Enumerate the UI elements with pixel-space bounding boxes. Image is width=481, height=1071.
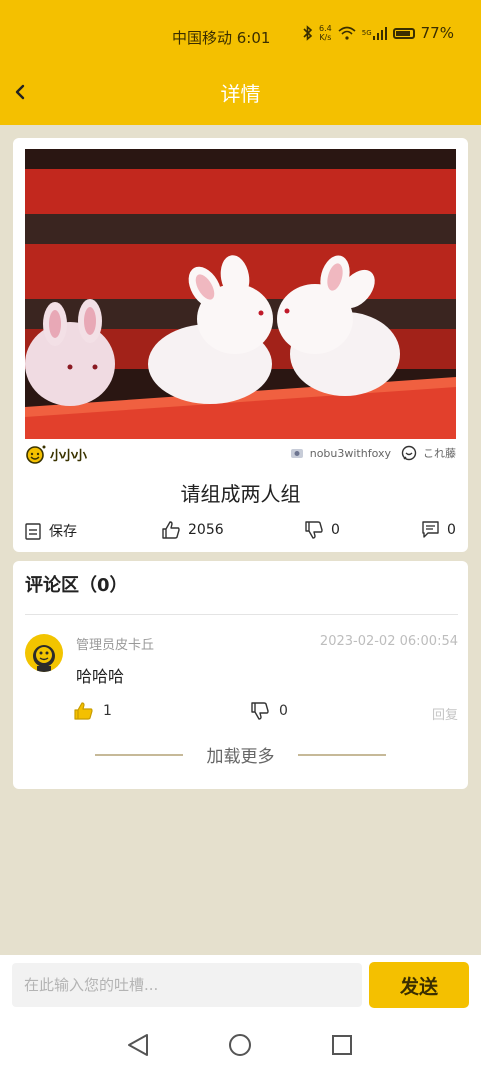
comment-like-button[interactable]: 1 — [74, 702, 112, 720]
net-speed: 6.4 K/s — [319, 24, 332, 42]
divider — [25, 614, 458, 615]
comment-count: 0 — [447, 521, 456, 538]
post-card: 小小小 nobu3withfoxy これ藤 请组成两人组 保存 2056 0 0 — [13, 138, 468, 552]
load-more-button[interactable]: 加载更多 — [13, 742, 468, 767]
comment-dislike-count: 0 — [279, 703, 288, 719]
battery-percent: 77% — [420, 24, 454, 42]
signal-icon — [372, 27, 387, 40]
credit-logo-text: 小小小 — [50, 448, 87, 464]
comment-icon — [422, 521, 439, 538]
avatar[interactable] — [25, 634, 63, 672]
bluetooth-icon — [303, 25, 313, 41]
comments-section-title: 评论区（0） — [25, 575, 128, 596]
signal-label: 5G — [361, 29, 372, 37]
nav-back-icon[interactable] — [128, 1034, 148, 1056]
reply-button[interactable]: 回复 — [432, 704, 458, 723]
post-image[interactable] — [25, 149, 456, 439]
comment-author[interactable]: 管理员皮卡丘 — [76, 634, 154, 653]
send-button[interactable]: 发送 — [369, 962, 469, 1008]
photographer-name: nobu3withfoxy — [309, 446, 391, 460]
comment-input[interactable] — [12, 963, 362, 1007]
comment-actions: 1 0 回复 — [13, 702, 468, 724]
like-button[interactable]: 2056 — [162, 521, 224, 539]
comment-text: 哈哈哈 — [76, 667, 125, 686]
comment-button[interactable]: 0 — [422, 521, 456, 538]
thumbs-down-icon — [251, 702, 269, 720]
smiley-logo-icon — [26, 445, 46, 464]
top-app-bar: 中国移动 6:01 6.4 K/s 5G 77% 详情 — [0, 0, 481, 125]
comment-time: 2023-02-02 06:00:54 — [319, 634, 458, 649]
comment-like-count: 1 — [103, 703, 112, 719]
post-actions: 保存 2056 0 0 — [13, 521, 468, 543]
status-bar: 中国移动 6:01 6.4 K/s 5G 77% — [0, 22, 481, 52]
credit-logo: 小小小 — [25, 444, 87, 464]
system-navigation — [128, 1034, 352, 1056]
comments-card: 评论区（0） 管理员皮卡丘 2023-02-02 06:00:54 哈哈哈 1 … — [13, 561, 468, 789]
carrier-time: 中国移动 6:01 — [172, 29, 271, 47]
save-label: 保存 — [49, 524, 77, 540]
nav-home-icon[interactable] — [229, 1034, 251, 1056]
page-title: 详情 — [220, 82, 261, 106]
camera-icon — [290, 449, 303, 458]
photo-credit: nobu3withfoxy これ藤 — [290, 445, 456, 461]
wifi-icon — [338, 26, 356, 40]
thumbs-up-icon — [162, 521, 180, 539]
save-icon — [25, 522, 41, 540]
thumbs-up-filled-icon — [74, 702, 93, 720]
dislike-count: 0 — [331, 522, 340, 538]
chat-bubble-icon — [401, 445, 417, 461]
load-more-line-right — [298, 754, 386, 756]
nav-recents-icon[interactable] — [332, 1035, 352, 1055]
bottom-bar: 发送 — [0, 955, 481, 1071]
comment-dislike-button[interactable]: 0 — [251, 702, 288, 720]
dislike-button[interactable]: 0 — [305, 521, 340, 539]
like-count: 2056 — [188, 522, 224, 538]
post-title: 请组成两人组 — [180, 482, 301, 506]
thumbs-down-icon — [305, 521, 323, 539]
source-name: これ藤 — [423, 447, 456, 460]
battery-icon — [392, 27, 415, 39]
save-button[interactable]: 保存 — [25, 521, 77, 541]
